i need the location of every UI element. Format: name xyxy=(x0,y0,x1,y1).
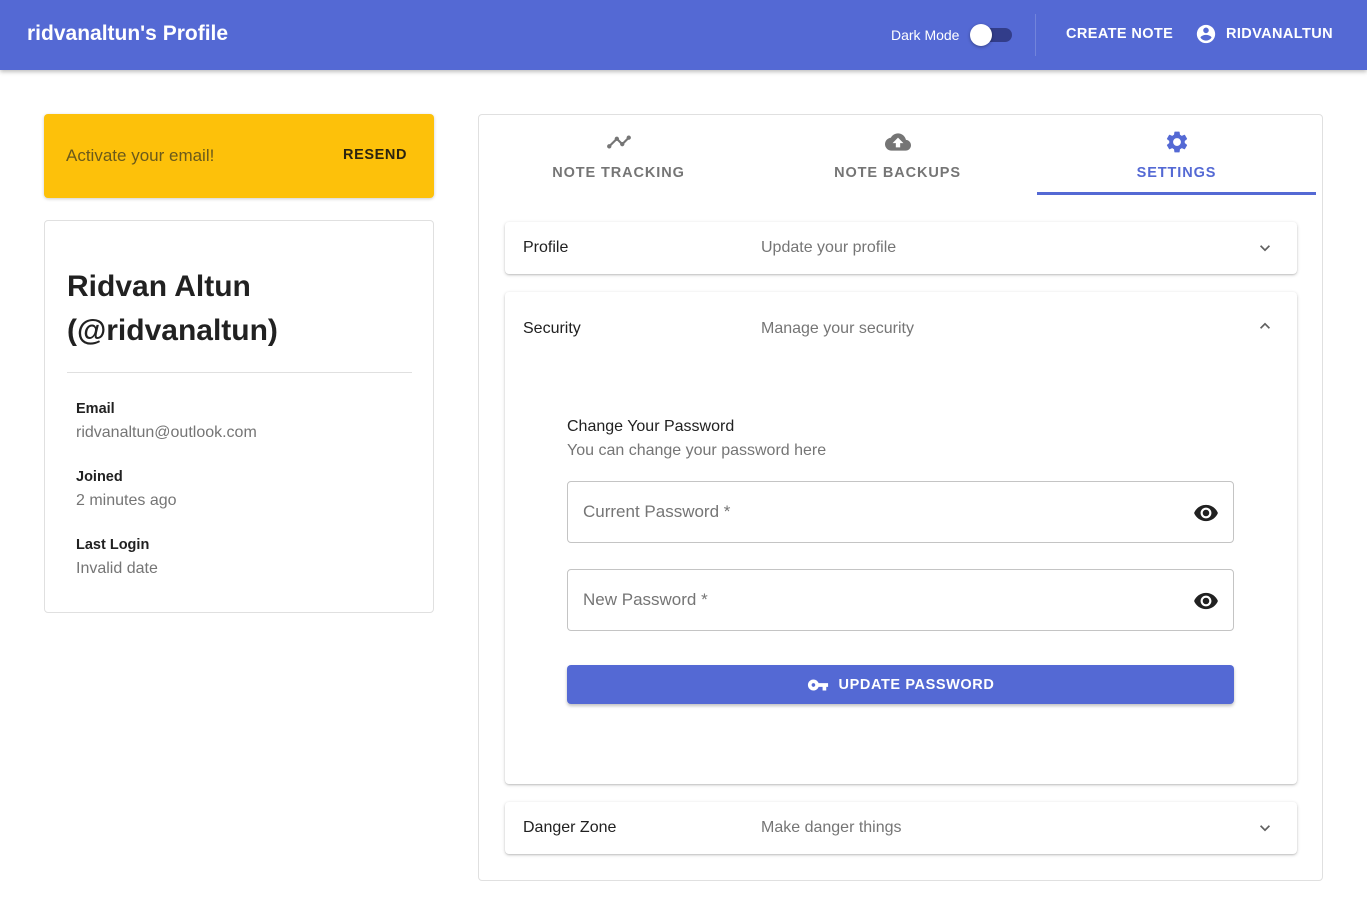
dark-mode-toggle[interactable] xyxy=(970,24,1014,46)
eye-icon[interactable] xyxy=(1193,588,1219,614)
new-password-input[interactable] xyxy=(568,570,1168,630)
joined-value: 2 minutes ago xyxy=(76,492,177,509)
change-password-heading: Change Your Password xyxy=(567,418,735,435)
chevron-up-icon[interactable] xyxy=(1255,316,1275,336)
tab-label: SETTINGS xyxy=(1136,165,1217,181)
current-password-field xyxy=(567,481,1234,543)
dark-mode-label: Dark Mode xyxy=(891,27,960,43)
chevron-down-icon xyxy=(1260,245,1270,252)
activate-email-alert: Activate your email! RESEND xyxy=(44,114,434,198)
danger-zone-panel[interactable]: Danger Zone Make danger things xyxy=(505,802,1297,854)
profile-name: Ridvan Altun (@ridvanaltun) xyxy=(67,265,278,353)
active-tab-indicator xyxy=(1037,192,1316,195)
chevron-down-icon xyxy=(1260,825,1270,832)
panel-subtitle: Manage your security xyxy=(761,320,914,337)
email-value: ridvanaltun@outlook.com xyxy=(76,424,257,441)
change-password-subheading: You can change your password here xyxy=(567,442,827,459)
panel-title: Security xyxy=(523,320,581,337)
eye-icon[interactable] xyxy=(1193,500,1219,526)
new-password-field xyxy=(567,569,1234,631)
user-menu-button[interactable]: RIDVANALTUN xyxy=(1195,23,1333,45)
security-panel: Security Manage your security Change You… xyxy=(505,292,1297,784)
tab-label: NOTE TRACKING xyxy=(552,165,685,181)
profile-card: Ridvan Altun (@ridvanaltun) Email ridvan… xyxy=(44,220,434,613)
nav-divider xyxy=(1035,14,1036,56)
app-bar: ridvanaltun's Profile Dark Mode CREATE N… xyxy=(0,0,1367,70)
update-password-label: UPDATE PASSWORD xyxy=(838,676,995,693)
settings-card: NOTE TRACKING NOTE BACKUPS SETTINGS Prof… xyxy=(478,114,1323,881)
tab-note-backups[interactable]: NOTE BACKUPS xyxy=(758,115,1037,195)
current-password-input[interactable] xyxy=(568,482,1168,542)
panel-subtitle: Make danger things xyxy=(761,819,902,836)
email-label: Email xyxy=(76,401,115,417)
cloud-upload-icon xyxy=(884,133,911,151)
profile-full-name: Ridvan Altun xyxy=(67,270,251,303)
toggle-thumb xyxy=(970,24,992,46)
last-login-label: Last Login xyxy=(76,537,150,553)
trending-icon xyxy=(606,135,631,149)
alert-message: Activate your email! xyxy=(66,146,215,165)
panel-title: Danger Zone xyxy=(523,819,617,836)
profile-divider xyxy=(67,372,412,373)
gear-icon xyxy=(1166,131,1187,153)
key-icon xyxy=(807,679,828,690)
profile-username: (@ridvanaltun) xyxy=(67,314,278,347)
account-circle-icon xyxy=(1196,24,1216,44)
tab-label: NOTE BACKUPS xyxy=(834,165,961,181)
panel-subtitle: Update your profile xyxy=(761,239,897,256)
create-note-button[interactable]: CREATE NOTE xyxy=(1066,26,1173,42)
page-title: ridvanaltun's Profile xyxy=(27,22,229,45)
last-login-value: Invalid date xyxy=(76,560,158,577)
panel-title: Profile xyxy=(523,239,569,256)
profile-panel[interactable]: Profile Update your profile xyxy=(505,222,1297,274)
joined-label: Joined xyxy=(76,469,123,485)
user-name: RIDVANALTUN xyxy=(1226,26,1333,42)
update-password-button[interactable]: UPDATE PASSWORD xyxy=(567,665,1234,704)
tab-note-tracking[interactable]: NOTE TRACKING xyxy=(479,115,758,195)
resend-button[interactable]: RESEND xyxy=(343,147,407,163)
tab-settings[interactable]: SETTINGS xyxy=(1037,115,1316,195)
